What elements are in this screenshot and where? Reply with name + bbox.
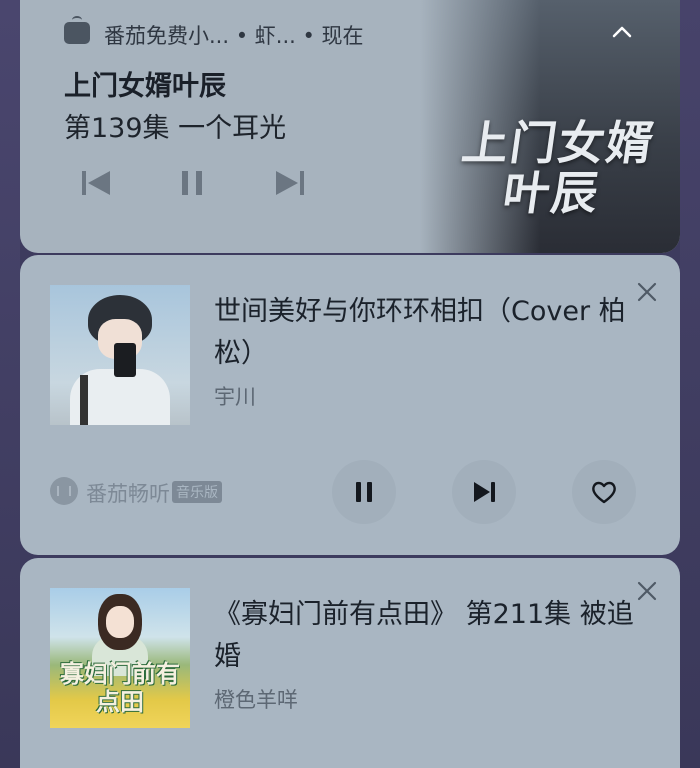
- brand-name: 番茄畅听: [86, 482, 170, 506]
- background-left: [0, 0, 20, 768]
- background-right: [680, 0, 700, 768]
- pause-button[interactable]: [174, 166, 210, 200]
- radio-app-icon: [64, 16, 90, 44]
- heart-icon: [592, 481, 616, 504]
- cover-art-image: 上门女婿叶辰: [420, 0, 680, 253]
- pause-icon: [356, 482, 372, 502]
- skip-next-icon: [474, 482, 495, 502]
- music-next-button[interactable]: [452, 460, 516, 524]
- app-meta-text: 番茄免费小... • 虾... • 现在: [104, 24, 364, 48]
- chevron-up-icon[interactable]: [610, 22, 634, 42]
- skip-previous-icon: [82, 171, 110, 195]
- music-artist: 宇川: [214, 385, 256, 409]
- media-episode: 第139集 一个耳光: [64, 113, 287, 144]
- skip-next-icon: [276, 171, 304, 195]
- previous-button[interactable]: [78, 166, 114, 200]
- cover-art-title: 上门女婿叶辰: [458, 116, 659, 220]
- book-cover-title: 寡妇门前有点田: [60, 659, 180, 716]
- close-icon[interactable]: [636, 580, 658, 602]
- brand-badge: 音乐版: [172, 481, 222, 503]
- media-notification-card[interactable]: 上门女婿叶辰 番茄免费小... • 虾... • 现在 上门女婿叶辰 第139集…: [20, 0, 680, 253]
- close-icon[interactable]: [636, 281, 658, 303]
- audiobook-notification-card[interactable]: 寡妇门前有点田 《寡妇门前有点田》 第211集 被追婚 橙色羊咩: [20, 558, 680, 768]
- album-art: [50, 285, 190, 425]
- media-title: 上门女婿叶辰: [64, 71, 226, 102]
- next-button[interactable]: [272, 166, 308, 200]
- music-notification-card[interactable]: 世间美好与你环环相扣（Cover 柏松） 宇川 番茄畅听 音乐版: [20, 255, 680, 555]
- book-cover-art: 寡妇门前有点田: [50, 588, 190, 728]
- brand-logo-icon: [50, 477, 78, 505]
- audiobook-title: 《寡妇门前有点田》 第211集 被追婚: [214, 599, 634, 672]
- audiobook-artist: 橙色羊咩: [214, 688, 298, 712]
- music-title: 世间美好与你环环相扣（Cover 柏松）: [214, 296, 626, 369]
- pause-icon: [182, 171, 202, 195]
- music-pause-button[interactable]: [332, 460, 396, 524]
- like-button[interactable]: [572, 460, 636, 524]
